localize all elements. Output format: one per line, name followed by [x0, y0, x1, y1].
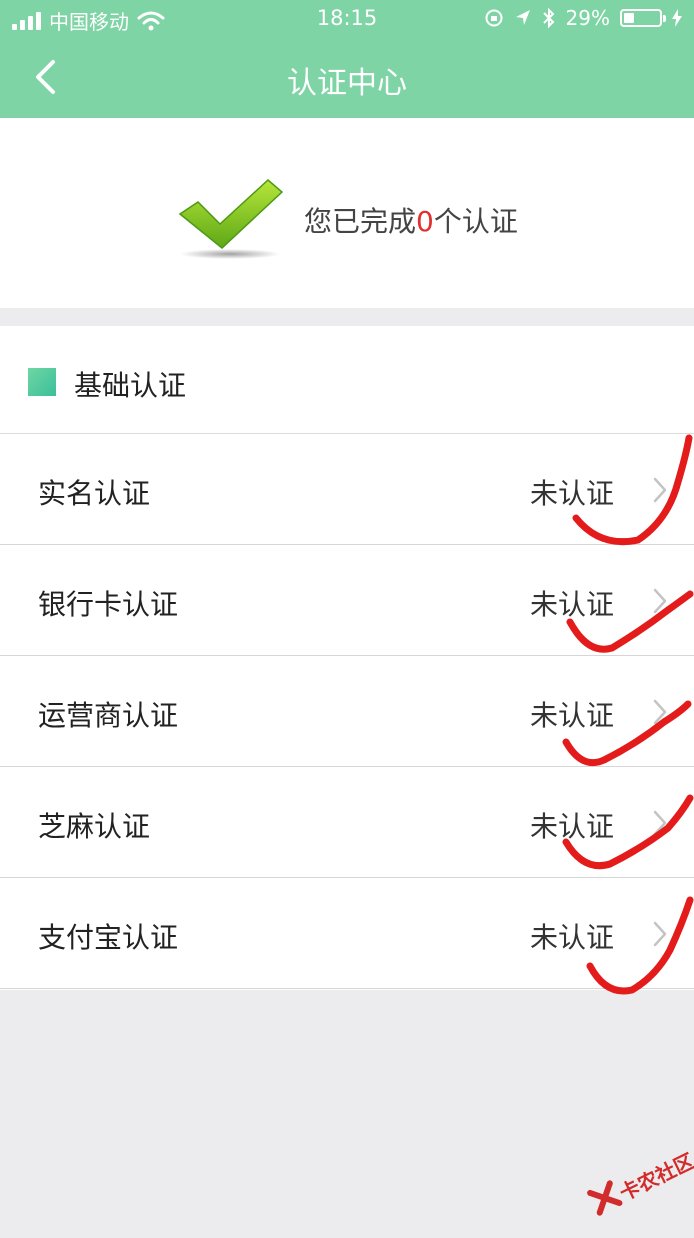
status-right: 29%	[484, 6, 682, 30]
section-header: 基础认证	[0, 326, 694, 434]
orientation-lock-icon	[485, 9, 503, 27]
chevron-right-icon	[653, 921, 667, 947]
checkmark-icon	[178, 178, 284, 259]
list-item-real-name[interactable]: 实名认证 未认证	[0, 434, 694, 545]
location-icon	[515, 10, 530, 25]
list-item-bank-card[interactable]: 银行卡认证 未认证	[0, 545, 694, 656]
charging-icon	[672, 9, 682, 27]
page-title: 认证中心	[287, 66, 407, 101]
summary-prefix: 您已完成	[304, 205, 417, 238]
list-item-carrier[interactable]: 运营商认证 未认证	[0, 656, 694, 767]
chevron-right-icon	[653, 477, 667, 503]
item-status: 未认证	[529, 921, 614, 954]
list-item-alipay[interactable]: 支付宝认证 未认证	[0, 878, 694, 989]
chevron-right-icon	[653, 810, 667, 836]
top-bar: 中国移动 18:15 29% 认证中心	[0, 0, 694, 118]
item-label: 银行卡认证	[38, 588, 179, 621]
summary-suffix: 个认证	[433, 205, 518, 238]
battery-percent: 29%	[565, 6, 610, 30]
battery-icon	[620, 9, 666, 27]
item-label: 支付宝认证	[38, 921, 179, 954]
chevron-right-icon	[653, 588, 667, 614]
item-status: 未认证	[529, 810, 614, 843]
item-status: 未认证	[529, 699, 614, 732]
basic-verification-section: 基础认证 实名认证 未认证 银行卡认证 未认证 运营商认证 未认证 芝麻认证 未…	[0, 326, 694, 990]
item-label: 运营商认证	[38, 699, 179, 732]
status-bar: 中国移动 18:15 29%	[0, 0, 694, 38]
section-marker	[28, 368, 56, 396]
summary-text: 您已完成0个认证	[304, 200, 518, 240]
item-status: 未认证	[529, 588, 614, 621]
completed-count: 0	[416, 205, 434, 238]
item-status: 未认证	[529, 477, 614, 510]
list-item-sesame[interactable]: 芝麻认证 未认证	[0, 767, 694, 878]
item-label: 实名认证	[38, 477, 151, 510]
watermark-logo: 卡农社区	[577, 1130, 694, 1238]
bluetooth-icon	[542, 7, 554, 29]
nav-bar: 认证中心	[0, 38, 694, 118]
chevron-right-icon	[653, 699, 667, 725]
section-title: 基础认证	[74, 369, 187, 402]
item-label: 芝麻认证	[38, 810, 151, 843]
watermark-text: 卡农社区	[615, 1148, 694, 1206]
summary-panel: 您已完成0个认证	[0, 118, 694, 308]
